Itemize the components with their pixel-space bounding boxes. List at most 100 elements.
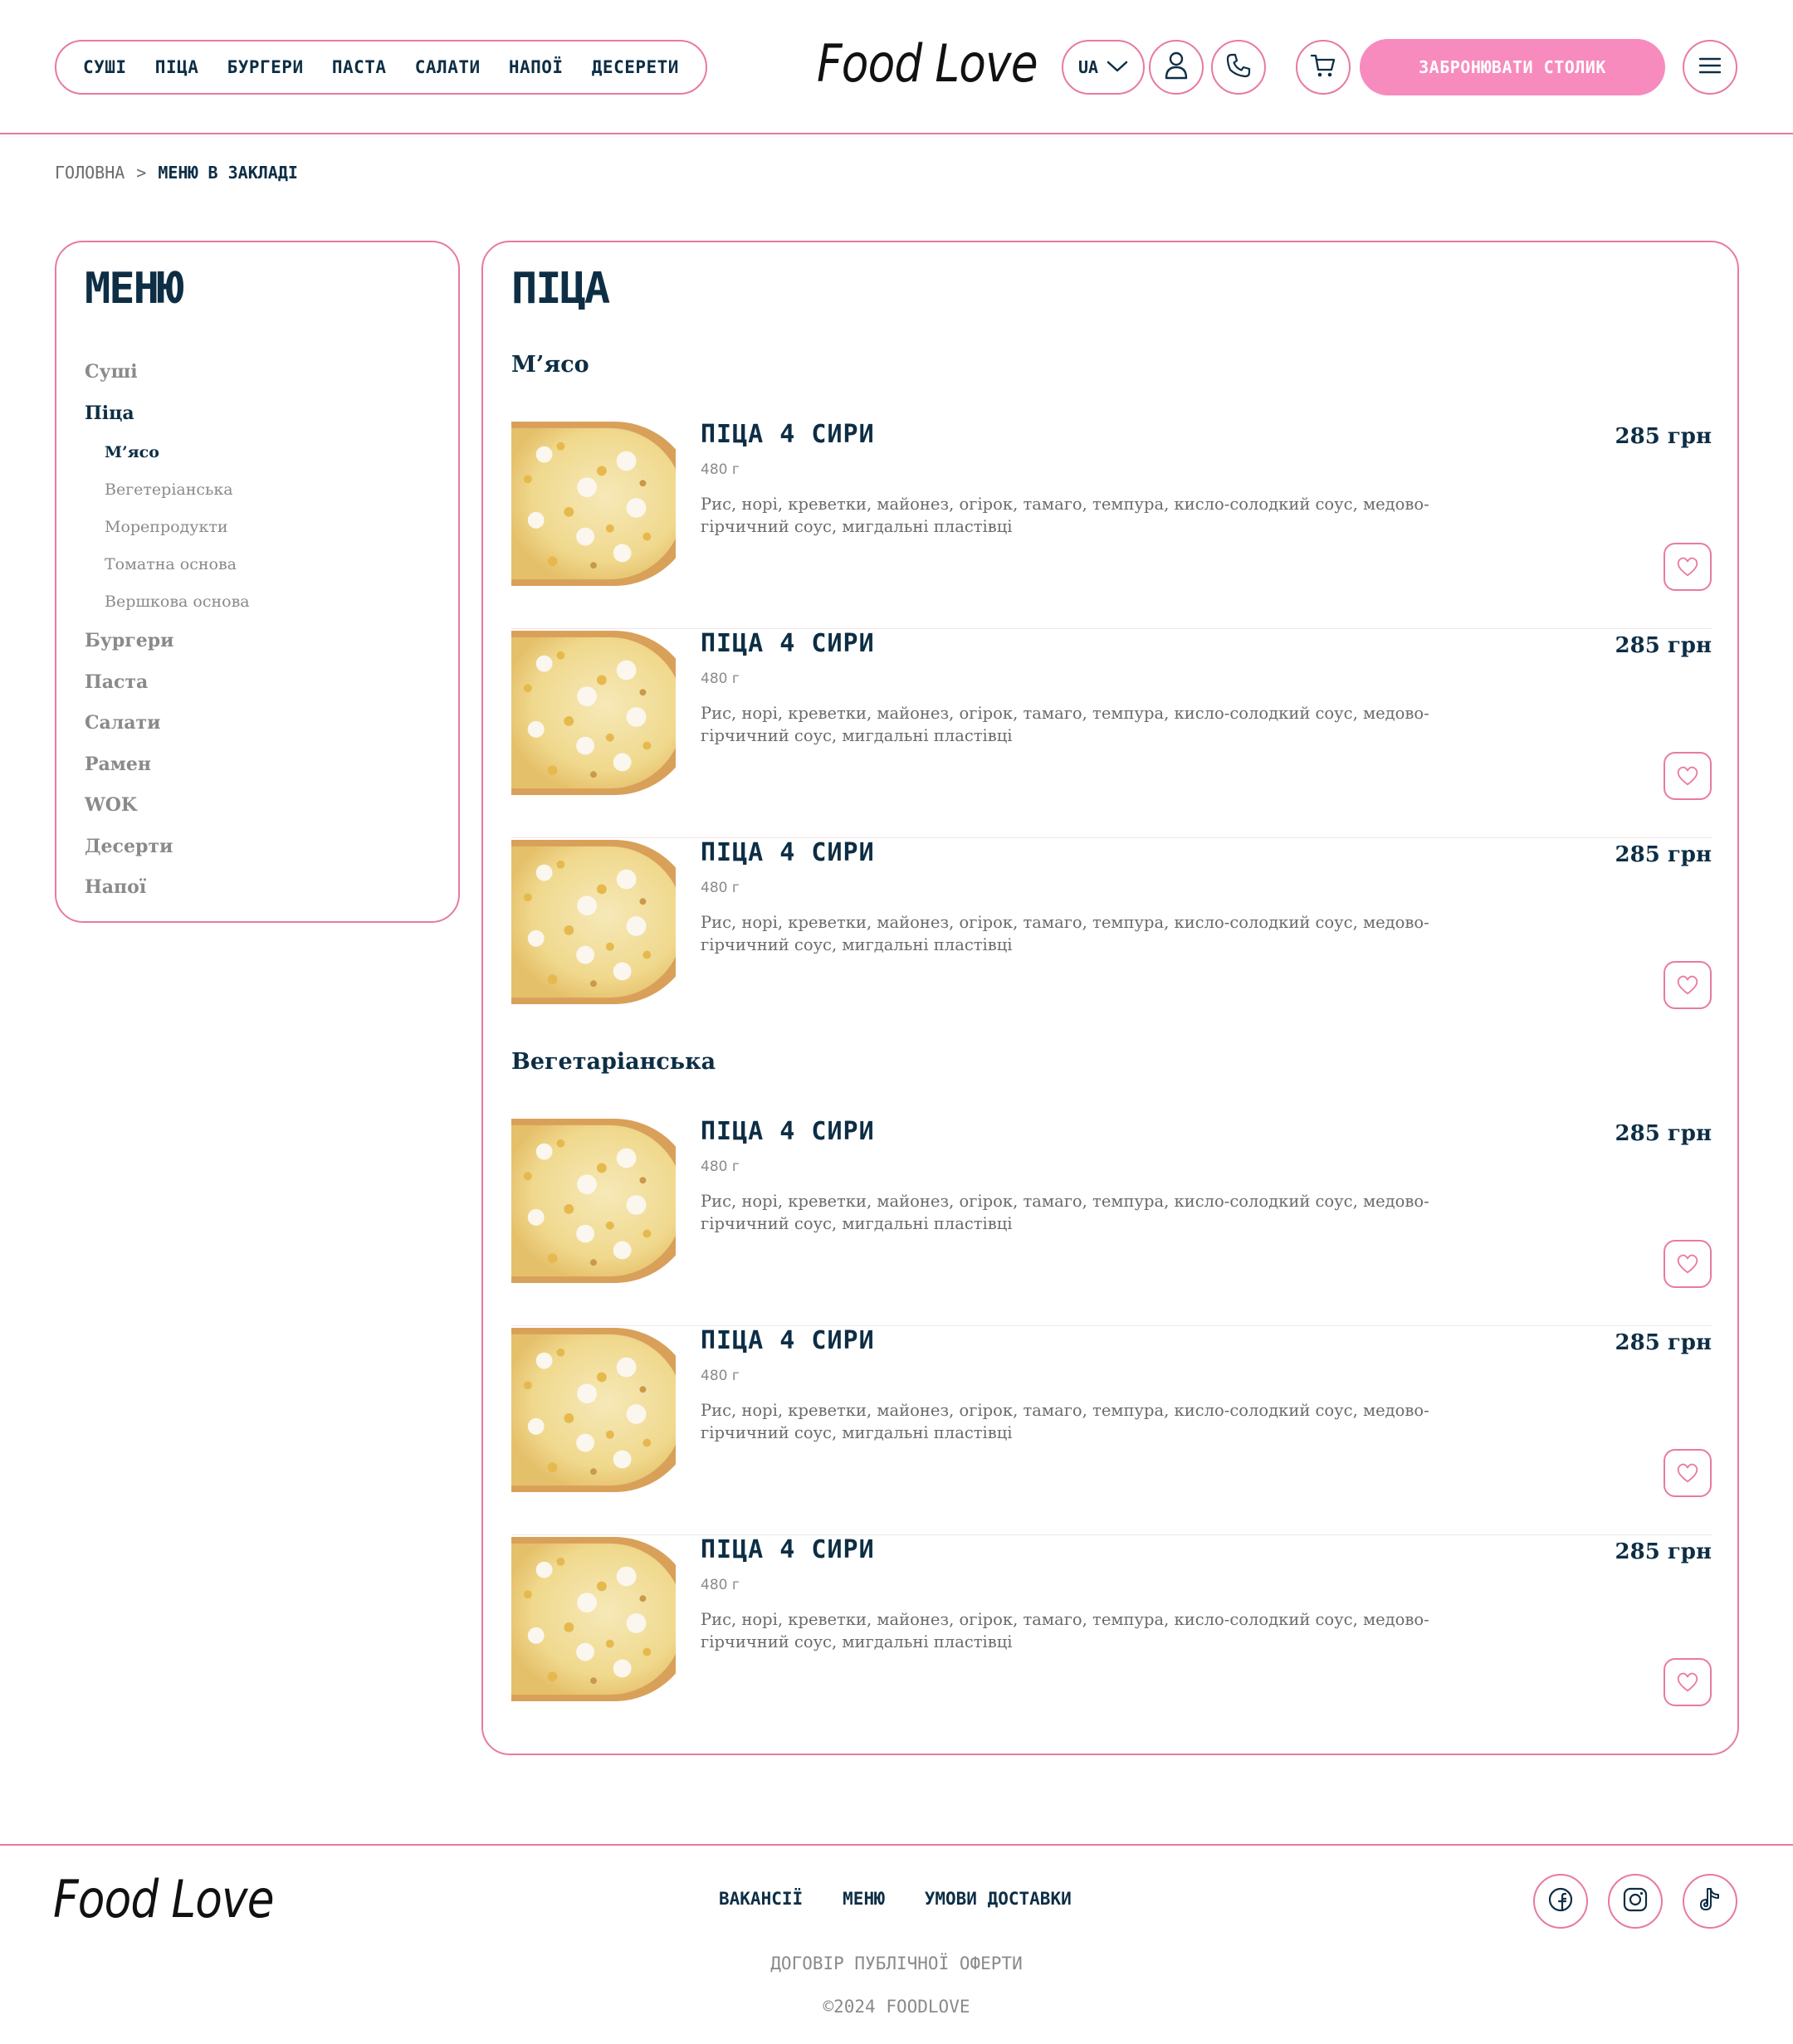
hamburger-icon — [1698, 56, 1722, 78]
menu-button[interactable] — [1683, 40, 1737, 95]
site-logo[interactable]: Food Love — [817, 33, 1038, 94]
sidebar-item-pasta[interactable]: Паста — [85, 662, 250, 704]
product-weight: 480 г — [701, 1159, 740, 1175]
account-button[interactable] — [1149, 40, 1204, 95]
product-weight: 480 г — [701, 671, 740, 687]
product-card[interactable]: ПІЦА 4 СИРИ 480 г Рис, норі, креветки, м… — [511, 1326, 1712, 1535]
sidebar-item-burgers[interactable]: Бургери — [85, 621, 250, 662]
nav-drinks[interactable]: НАПОЇ — [509, 57, 564, 77]
footer-link-delivery[interactable]: УМОВИ ДОСТАВКИ — [925, 1889, 1072, 1909]
favorite-button[interactable] — [1664, 1658, 1712, 1706]
sidebar-item-salads[interactable]: Салати — [85, 703, 250, 744]
favorite-button[interactable] — [1664, 961, 1712, 1009]
product-card[interactable]: ПІЦА 4 СИРИ 480 г Рис, норі, креветки, м… — [511, 1535, 1712, 1744]
breadcrumb-separator: > — [136, 163, 147, 183]
product-weight: 480 г — [701, 880, 740, 896]
nav-pasta[interactable]: ПАСТА — [332, 57, 387, 77]
product-image — [511, 1328, 676, 1492]
facebook-icon — [1547, 1886, 1574, 1916]
phone-icon — [1225, 52, 1252, 82]
nav-desserts[interactable]: ДЕСЕРЕТИ — [592, 57, 679, 77]
breadcrumb-home[interactable]: ГОЛОВНА — [55, 163, 125, 183]
section-title-meat: М’ясо — [511, 352, 589, 378]
favorite-button[interactable] — [1664, 752, 1712, 800]
nav-sushi[interactable]: СУШІ — [83, 57, 127, 77]
language-selector[interactable]: UA — [1062, 40, 1145, 95]
language-label: UA — [1077, 57, 1099, 77]
facebook-button[interactable] — [1533, 1874, 1588, 1929]
public-offer-link[interactable]: ДОГОВІР ПУБЛІЧНОЇ ОФЕРТИ — [0, 1954, 1793, 1973]
sidebar-subitem-tomato-base[interactable]: Томатна основа — [85, 546, 250, 583]
heart-icon — [1676, 974, 1699, 996]
product-image — [511, 1119, 676, 1283]
menu-content: ПІЦА М’ясо ПІЦА 4 СИРИ 480 г Рис, норі, … — [481, 241, 1739, 1755]
product-price: 285 грн — [1615, 1539, 1712, 1564]
product-card[interactable]: ПІЦА 4 СИРИ 480 г Рис, норі, креветки, м… — [511, 420, 1712, 629]
copyright: ©2024 FOODLOVE — [823, 1997, 970, 2017]
product-name: ПІЦА 4 СИРИ — [701, 629, 875, 658]
footer-link-vacancies[interactable]: ВАКАНСІЇ — [719, 1889, 803, 1909]
heart-icon — [1676, 1462, 1699, 1484]
book-table-button[interactable]: ЗАБРОНЮВАТИ СТОЛИК — [1360, 39, 1665, 95]
product-description: Рис, норі, креветки, майонез, огірок, та… — [701, 1401, 1429, 1442]
sidebar-item-pizza[interactable]: Піца — [85, 393, 250, 435]
product-description: Рис, норі, креветки, майонез, огірок, та… — [701, 495, 1429, 536]
section-title-vegetarian: Вегетаріанська — [511, 1049, 716, 1075]
tiktok-icon — [1698, 1886, 1722, 1916]
product-price: 285 грн — [1615, 633, 1712, 658]
product-image — [511, 1537, 676, 1701]
product-name: ПІЦА 4 СИРИ — [701, 838, 875, 867]
favorite-button[interactable] — [1664, 543, 1712, 591]
product-image — [511, 422, 676, 586]
sidebar-subitem-cream-base[interactable]: Вершкова основа — [85, 583, 250, 621]
instagram-button[interactable] — [1608, 1874, 1663, 1929]
phone-button[interactable] — [1211, 40, 1266, 95]
product-card[interactable]: ПІЦА 4 СИРИ 480 г Рис, норі, креветки, м… — [511, 1117, 1712, 1326]
nav-pizza[interactable]: ПІЦА — [155, 57, 199, 77]
nav-salads[interactable]: САЛАТИ — [415, 57, 481, 77]
footer-link-menu[interactable]: МЕНЮ — [843, 1889, 885, 1909]
sidebar-item-ramen[interactable]: Рамен — [85, 744, 250, 786]
sidebar-title: МЕНЮ — [85, 264, 183, 314]
sidebar-item-desserts[interactable]: Десерти — [85, 827, 250, 868]
heart-icon — [1676, 1253, 1699, 1275]
product-price: 285 грн — [1615, 424, 1712, 449]
product-description: Рис, норі, креветки, майонез, огірок, та… — [701, 913, 1429, 954]
sidebar-subitem-seafood[interactable]: Морепродукти — [85, 509, 250, 546]
product-description: Рис, норі, креветки, майонез, огірок, та… — [701, 704, 1429, 745]
product-card[interactable]: ПІЦА 4 СИРИ 480 г Рис, норі, креветки, м… — [511, 838, 1712, 1047]
product-price: 285 грн — [1615, 1121, 1712, 1146]
product-price: 285 грн — [1615, 1330, 1712, 1355]
chevron-down-icon — [1107, 57, 1128, 77]
product-name: ПІЦА 4 СИРИ — [701, 1117, 875, 1146]
sidebar-item-sushi[interactable]: Суші — [85, 352, 250, 393]
header-divider — [0, 133, 1793, 134]
product-name: ПІЦА 4 СИРИ — [701, 420, 875, 449]
nav-burgers[interactable]: БУРГЕРИ — [227, 57, 304, 77]
footer-nav: ВАКАНСІЇ МЕНЮ УМОВИ ДОСТАВКИ — [719, 1889, 1072, 1909]
category-nav: СУШІ ПІЦА БУРГЕРИ ПАСТА САЛАТИ НАПОЇ ДЕС… — [55, 40, 707, 95]
product-image — [511, 631, 676, 795]
menu-sidebar: МЕНЮ Суші Піца М’ясо Вегетеріанська Море… — [55, 241, 460, 923]
product-card[interactable]: ПІЦА 4 СИРИ 480 г Рис, норі, креветки, м… — [511, 629, 1712, 838]
favorite-button[interactable] — [1664, 1449, 1712, 1497]
product-description: Рис, норі, креветки, майонез, огірок, та… — [701, 1192, 1429, 1233]
sidebar-subitem-meat[interactable]: М’ясо — [85, 434, 250, 471]
heart-icon — [1676, 765, 1699, 787]
cart-button[interactable] — [1296, 40, 1351, 95]
product-image — [511, 840, 676, 1004]
favorite-button[interactable] — [1664, 1240, 1712, 1288]
sidebar-item-drinks[interactable]: Напої — [85, 867, 250, 909]
product-description: Рис, норі, креветки, майонез, огірок, та… — [701, 1610, 1429, 1651]
sidebar-item-wok[interactable]: WOK — [85, 785, 250, 827]
footer-logo[interactable]: Food Love — [53, 1869, 275, 1929]
breadcrumb: ГОЛОВНА > МЕНЮ В ЗАКЛАДІ — [55, 163, 298, 183]
sidebar-subitem-vegetarian[interactable]: Вегетеріанська — [85, 471, 250, 509]
cart-icon — [1310, 53, 1336, 81]
tiktok-button[interactable] — [1683, 1874, 1737, 1929]
user-icon — [1164, 51, 1189, 83]
product-name: ПІЦА 4 СИРИ — [701, 1535, 875, 1564]
heart-icon — [1676, 1671, 1699, 1693]
breadcrumb-current: МЕНЮ В ЗАКЛАДІ — [158, 163, 298, 183]
product-weight: 480 г — [701, 461, 740, 478]
